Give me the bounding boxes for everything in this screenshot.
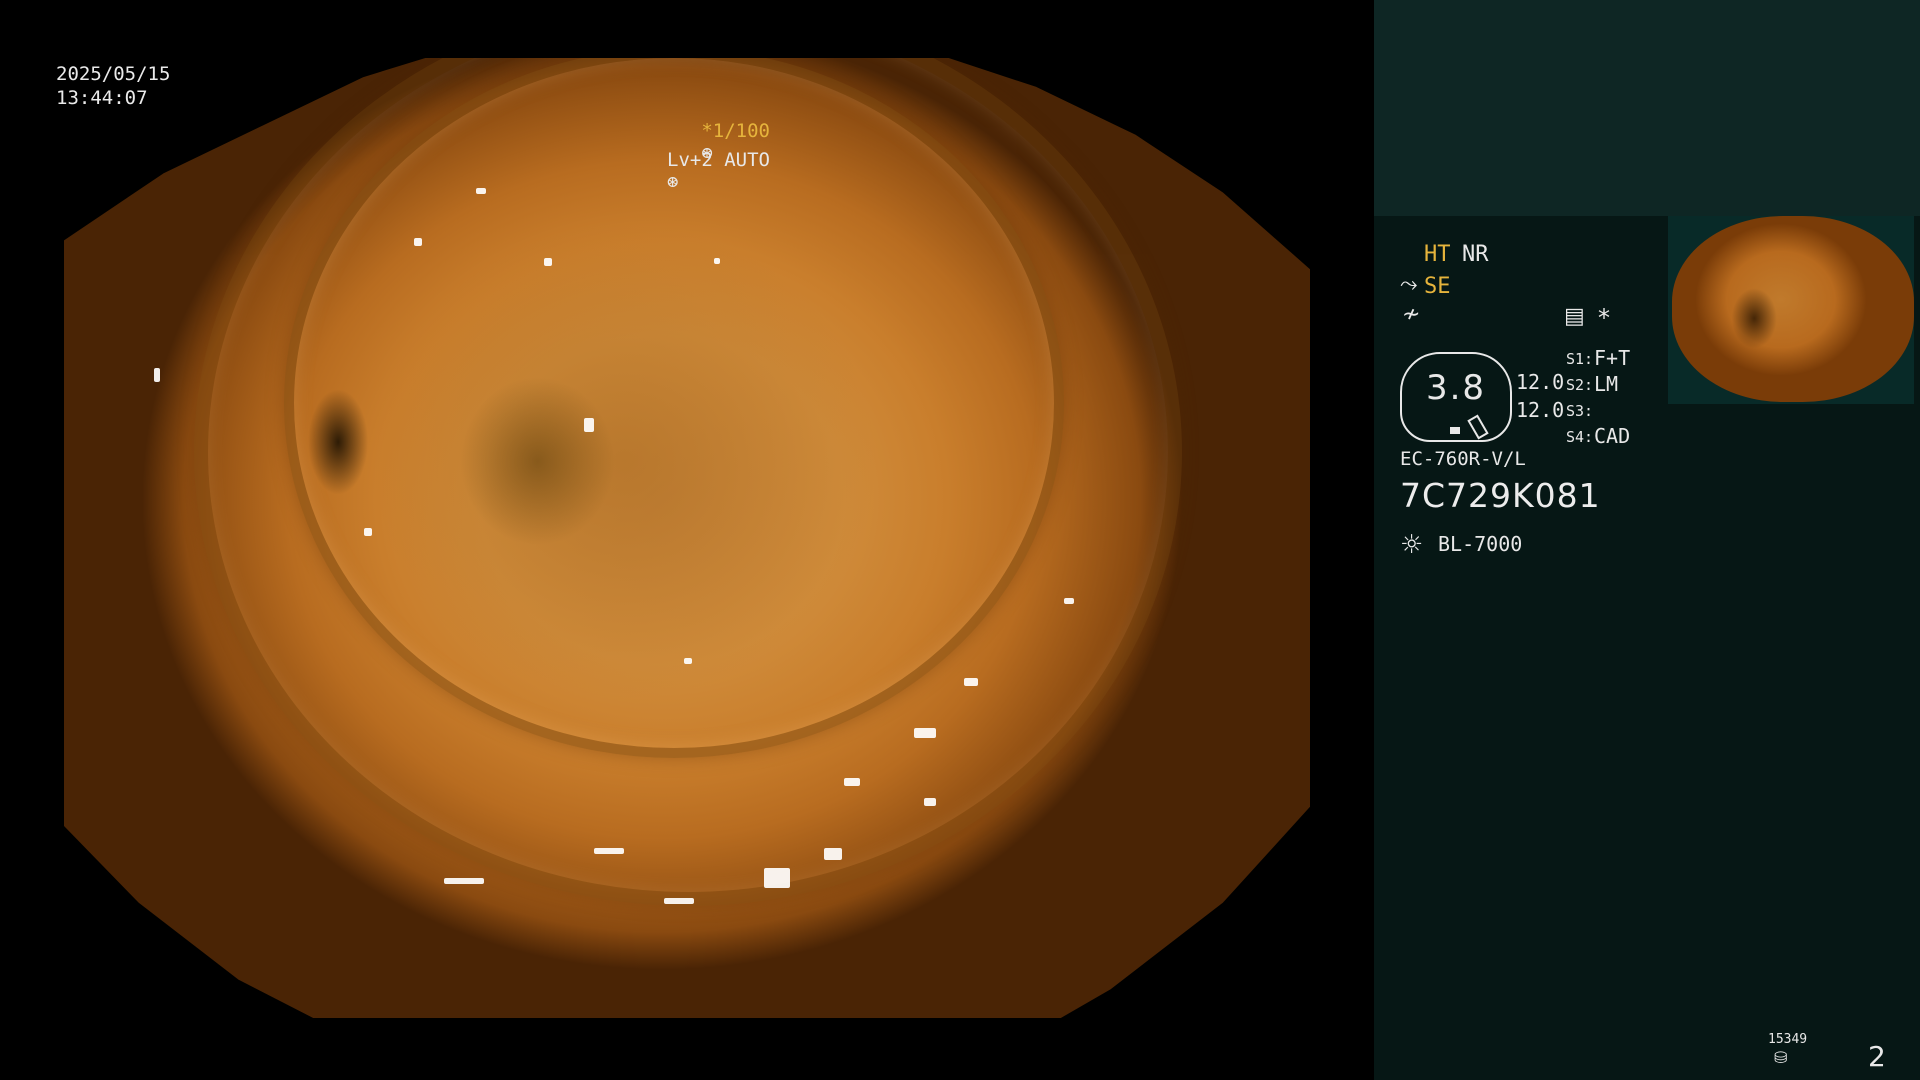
nr-label: NR [1462, 242, 1489, 267]
switch-prefix-2: S2: [1566, 376, 1594, 394]
datetime-readout: 2025/05/15 13:44:07 [56, 62, 170, 110]
level-top: 12.0 [1516, 370, 1565, 394]
switch-prefix-4: S4: [1566, 428, 1594, 446]
se-label: SE [1424, 274, 1451, 299]
scope-serial: 7C729K081 [1400, 476, 1601, 515]
agc-readout: Lv+2 AUTO ⊛ [621, 127, 770, 215]
switch-value-2: LM [1594, 372, 1619, 396]
switch-prefix-1: S1: [1566, 350, 1594, 368]
meter-value: 3.8 [1425, 368, 1487, 408]
brightness-icon: ⊛ [667, 171, 679, 193]
level-bottom: 12.0 [1516, 398, 1565, 422]
slash-icon: ≁ [1402, 302, 1421, 327]
agc-text: Lv+2 AUTO [667, 149, 770, 171]
endoscope-view: 2025/05/15 13:44:07 *1/100 ⊛ Lv+2 AUTO ⊛ [0, 0, 1374, 1080]
image-mode-icon: ▤ [1564, 304, 1585, 329]
thumbnail-image [1672, 216, 1914, 402]
scope-model: EC-760R-V/L [1400, 448, 1526, 470]
page-number: 2 [1868, 1040, 1886, 1073]
thumbnail-preview[interactable] [1668, 216, 1914, 404]
storage-counter: 15349 [1768, 1032, 1808, 1047]
meter-indicator [1450, 427, 1460, 434]
date-text: 2025/05/15 [56, 63, 171, 85]
meter-needle-icon [1467, 414, 1489, 440]
switch-value-4: CAD [1594, 424, 1631, 448]
ht-label: HT [1424, 242, 1451, 267]
asterisk-icon: * [1598, 304, 1610, 332]
time-text: 13:44:07 [56, 87, 148, 109]
switch-prefix-3: S3: [1566, 402, 1594, 420]
storage-icon: ⛁ [1774, 1048, 1788, 1067]
sun-icon: ☼ [1400, 530, 1424, 560]
wave-arrow-icon: ⤳ [1400, 272, 1418, 297]
meter-box: 3.8 [1400, 352, 1512, 442]
panel-header-area [1374, 0, 1920, 216]
switch-value-1: F+T [1594, 346, 1631, 370]
light-source: BL-7000 [1438, 532, 1523, 556]
